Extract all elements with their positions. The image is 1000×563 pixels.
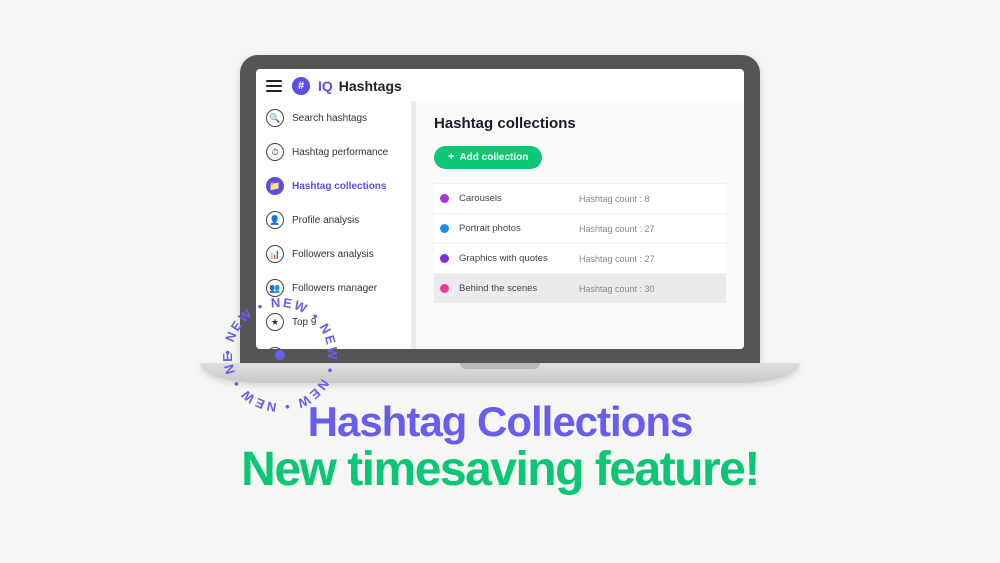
sidebar-icon: 📊 [266, 245, 284, 263]
sidebar-item-top-9[interactable]: ★ Top 9 [256, 305, 411, 339]
page-title: Hashtag collections [434, 115, 726, 132]
add-collection-label: Add collection [459, 152, 528, 163]
sidebar: 🔍 Search hashtags ⏱ Hashtag performance 📁 Has… [256, 101, 411, 349]
add-collection-button[interactable]: + Add collection [434, 146, 542, 169]
sidebar-icon: ★ [266, 313, 284, 331]
collection-row[interactable]: Behind the scenes Hashtag count : 30 [434, 273, 726, 303]
headline-line-1: Hashtag Collections [0, 398, 1000, 446]
collection-name: Behind the scenes [459, 283, 569, 294]
app-screen: # IQ Hashtags 🔍 Search hashtags ⏱ Hashtag p… [256, 69, 744, 349]
marketing-headline: Hashtag Collections New timesaving featu… [0, 398, 1000, 497]
sidebar-item-followers-manager[interactable]: 👥 Followers manager [256, 271, 411, 305]
laptop-base [200, 363, 800, 383]
laptop-bezel: # IQ Hashtags 🔍 Search hashtags ⏱ Hashtag p… [240, 55, 760, 363]
color-dot-icon [440, 284, 449, 293]
sidebar-item-search-hashtags[interactable]: 🔍 Search hashtags [256, 101, 411, 135]
sidebar-item-label: Search hashtags [292, 113, 367, 124]
collection-count: Hashtag count : 27 [579, 254, 655, 264]
sidebar-item-label: Hashtag performance [292, 147, 388, 158]
app-body: 🔍 Search hashtags ⏱ Hashtag performance 📁 Has… [256, 101, 744, 349]
logo-badge-icon: # [292, 77, 310, 95]
sidebar-item-profile-analysis[interactable]: 👤 Profile analysis [256, 203, 411, 237]
sidebar-item-label: Top 9 [292, 317, 316, 328]
sidebar-item-label: Followers manager [292, 283, 377, 294]
collection-name: Carousels [459, 193, 569, 204]
topbar: # IQ Hashtags [256, 69, 744, 101]
collection-count: Hashtag count : 30 [579, 284, 655, 294]
logo-iq: IQ [318, 78, 333, 94]
headline-line-2: New timesaving feature! [0, 442, 1000, 497]
color-dot-icon [440, 194, 449, 203]
sidebar-icon: 📁 [266, 177, 284, 195]
collection-name: Graphics with quotes [459, 253, 569, 264]
sidebar-item-hashtag-performance[interactable]: ⏱ Hashtag performance [256, 135, 411, 169]
main-panel: Hashtag collections + Add collection Car… [416, 101, 744, 349]
sidebar-item-label: Hashtag collections [292, 181, 386, 192]
laptop-frame: # IQ Hashtags 🔍 Search hashtags ⏱ Hashtag p… [240, 55, 760, 383]
sidebar-item-followers-analysis[interactable]: 📊 Followers analysis [256, 237, 411, 271]
collection-row[interactable]: Graphics with quotes Hashtag count : 27 [434, 243, 726, 273]
sidebar-icon: ⏱ [266, 143, 284, 161]
hamburger-icon[interactable] [266, 80, 282, 92]
sidebar-item-label: Followers analysis [292, 249, 374, 260]
collection-name: Portrait photos [459, 223, 569, 234]
sidebar-icon: 👤 [266, 211, 284, 229]
sidebar-icon: ⊘ [266, 347, 284, 349]
collection-count: Hashtag count : 8 [579, 194, 650, 204]
sidebar-icon: 🔍 [266, 109, 284, 127]
sidebar-item-banned-hashtags[interactable]: ⊘Banned hashtags [256, 339, 411, 349]
collection-count: Hashtag count : 27 [579, 224, 655, 234]
color-dot-icon [440, 224, 449, 233]
color-dot-icon [440, 254, 449, 263]
sidebar-item-label: Profile analysis [292, 215, 359, 226]
collections-list: Carousels Hashtag count : 8 Portrait photo… [434, 183, 726, 303]
sidebar-icon: 👥 [266, 279, 284, 297]
logo-hashtags: Hashtags [339, 78, 402, 94]
collection-row[interactable]: Portrait photos Hashtag count : 27 [434, 213, 726, 243]
plus-icon: + [448, 152, 454, 163]
collection-row[interactable]: Carousels Hashtag count : 8 [434, 183, 726, 213]
sidebar-item-hashtag-collections[interactable]: 📁 Hashtag collections [256, 169, 411, 203]
